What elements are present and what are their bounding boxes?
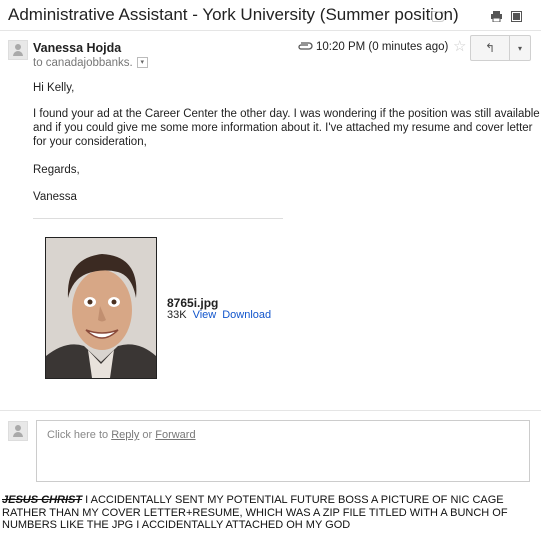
attachment-filename: 8765i.jpg — [167, 296, 219, 310]
reply-button-group: ↰ ▾ — [470, 35, 531, 61]
timestamp: 10:20 PM (0 minutes ago) — [316, 41, 449, 53]
recipient-text: to canadajobbanks. — [33, 57, 133, 69]
reply-button[interactable]: ↰ — [470, 35, 510, 61]
divider — [0, 30, 541, 31]
view-link[interactable]: View — [193, 309, 217, 321]
reply-icon: ↰ — [484, 41, 496, 55]
star-icon[interactable]: ☆ — [453, 37, 466, 55]
new-window-icon[interactable] — [511, 9, 522, 22]
divider — [0, 410, 541, 411]
reply-link[interactable]: Reply — [111, 429, 139, 441]
caption: JESUS CHRIST I ACCIDENTALLY SENT MY POTE… — [2, 494, 539, 532]
recipient-line: to canadajobbanks. ▾ — [33, 57, 148, 69]
body-line: and if you could give me some more infor… — [33, 122, 533, 134]
label-chip-icon[interactable] — [432, 11, 445, 22]
attachment-thumbnail[interactable] — [45, 237, 157, 379]
attachment-divider — [33, 218, 283, 219]
greeting: Hi Kelly, — [33, 82, 75, 94]
forward-link[interactable]: Forward — [155, 429, 195, 441]
attachment-size: 33K — [167, 309, 187, 321]
signoff: Regards, — [33, 164, 80, 176]
signature: Vanessa — [33, 191, 77, 203]
more-options-button[interactable]: ▾ — [510, 35, 531, 61]
avatar-icon — [8, 40, 28, 60]
email-subject: Administrative Assistant - York Universi… — [8, 5, 459, 24]
caption-strikethrough: JESUS CHRIST — [2, 494, 83, 506]
paperclip-icon — [297, 40, 313, 54]
avatar-icon — [8, 421, 28, 441]
body-line: I found your ad at the Career Center the… — [33, 108, 540, 120]
recipient-details-button[interactable]: ▾ — [136, 57, 148, 69]
reply-prompt-prefix: Click here to — [47, 429, 112, 441]
reply-prompt-middle: or — [139, 429, 156, 441]
print-icon[interactable] — [491, 9, 502, 23]
attachment-meta: 33K View Download — [167, 309, 271, 321]
reply-prompt: Click here to Reply or Forward — [47, 429, 196, 441]
body-line: for your consideration, — [33, 136, 147, 148]
download-link[interactable]: Download — [222, 309, 271, 321]
sender-name[interactable]: Vanessa Hojda — [33, 41, 121, 55]
chevron-down-icon: ▾ — [517, 43, 522, 53]
